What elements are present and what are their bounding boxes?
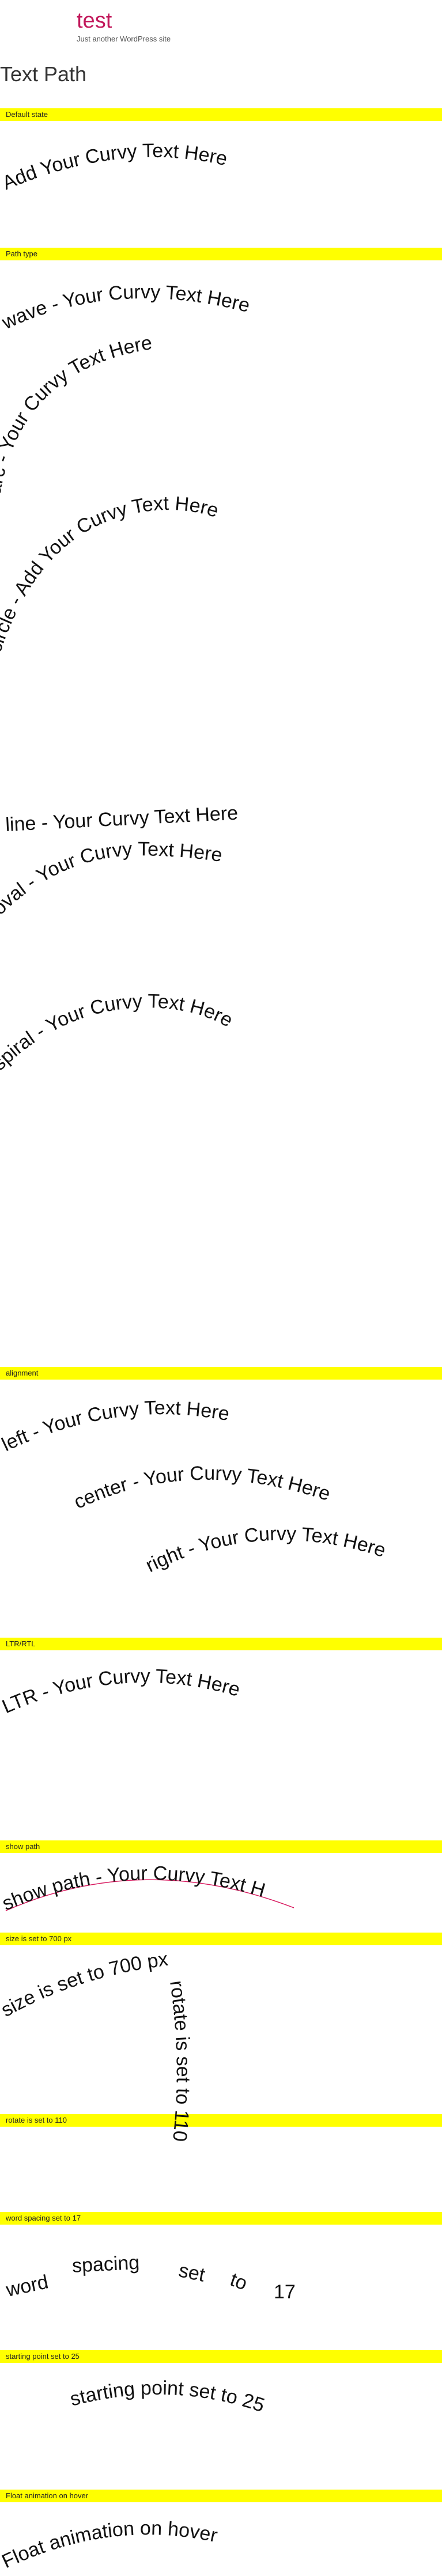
section-label-path-type: Path type	[0, 248, 442, 260]
section-label-float: Float animation on hover	[0, 2490, 442, 2502]
wave-curvy-text: wave - Your Curvy Text Here	[0, 281, 252, 334]
word-spacing-word-5: 17	[274, 2281, 296, 2303]
svg-text:oval - Your Curvy Text Here: oval - Your Curvy Text Here	[0, 838, 224, 919]
curvy-text-align-right: right - Your Curvy Text Here	[142, 1523, 388, 1577]
curvy-text-word-spacing: word spacing set to 17	[3, 2252, 296, 2303]
arc-curvy-text: arc - Your Curvy Text Here	[0, 332, 154, 496]
page-title: Text Path	[0, 62, 87, 86]
svg-text:right - Your Curvy Text Here: right - Your Curvy Text Here	[142, 1523, 388, 1577]
svg-text:circle - Add Your Curvy Text H: circle - Add Your Curvy Text Here	[0, 493, 221, 656]
curvy-text-rtl: RTL- הנה טקסט מימין לשמאל	[0, 1691, 7, 1713]
word-spacing-word-4: to	[227, 2268, 250, 2294]
svg-text:rotate is set to 110: rotate is set to 110	[165, 1979, 194, 2143]
float-curvy-text[interactable]: Float animation on hover	[0, 2517, 220, 2573]
svg-text:Float animation on hover: Float animation on hover	[0, 2517, 220, 2573]
site-header: test Just another WordPress site	[77, 9, 171, 43]
curvy-text-arc: arc - Your Curvy Text Here	[0, 332, 154, 496]
section-label-word-spacing: word spacing set to 17	[0, 2212, 442, 2225]
rotate-curvy-text: rotate is set to 110	[165, 1979, 194, 2143]
svg-text:Add Your Curvy Text Here: Add Your Curvy Text Here	[0, 140, 229, 195]
curvy-text-line: line - Your Curvy Text Here	[5, 802, 238, 836]
curvy-text-float[interactable]: Float animation on hover	[0, 2502, 442, 2576]
svg-text:line - Your Curvy Text Here: line - Your Curvy Text Here	[5, 802, 238, 836]
curvy-text-show-path: show path - Your Curvy Text H	[0, 1862, 294, 1915]
section-label-show-path: show path	[0, 1840, 442, 1853]
align-right-curvy-text: right - Your Curvy Text Here	[142, 1523, 388, 1577]
section-label-default: Default state	[0, 108, 442, 121]
circle-curvy-text: circle - Add Your Curvy Text Here	[0, 493, 221, 656]
starting-point-curvy-text: starting point set to 25	[68, 2377, 267, 2416]
curvy-text-spiral: spiral - Your Curvy Text Here	[0, 990, 236, 1075]
word-spacing-word-3: set	[177, 2259, 207, 2286]
svg-text:spiral - Your Curvy Text Here: spiral - Your Curvy Text Here	[0, 990, 236, 1075]
curvy-text-default: Add Your Curvy Text Here	[0, 140, 229, 195]
svg-text:wave - Your Curvy Text Here: wave - Your Curvy Text Here	[0, 281, 252, 334]
word-spacing-word-2: spacing	[71, 2252, 140, 2277]
svg-text:show path - Your Curvy Text H: show path - Your Curvy Text H	[0, 1862, 268, 1915]
word-spacing-word-1: word	[3, 2271, 50, 2301]
site-tagline: Just another WordPress site	[77, 35, 171, 43]
site-title[interactable]: test	[77, 9, 171, 32]
svg-text:arc - Your Curvy Text Here: arc - Your Curvy Text Here	[0, 332, 154, 496]
spiral-curvy-text: spiral - Your Curvy Text Here	[0, 990, 236, 1075]
section-label-starting-point: starting point set to 25	[0, 2350, 442, 2363]
section-label-size: size is set to 700 px	[0, 1933, 442, 1945]
curvy-text-circle: circle - Add Your Curvy Text Here	[0, 493, 221, 656]
section-label-alignment: alignment	[0, 1367, 442, 1380]
svg-text:starting point set to 25: starting point set to 25	[68, 2377, 267, 2416]
oval-curvy-text: oval - Your Curvy Text Here	[0, 838, 224, 919]
section-label-ltr-rtl: LTR/RTL	[0, 1638, 442, 1650]
curvy-text-rotate: rotate is set to 110	[165, 1979, 194, 2143]
show-path-curvy-text: show path - Your Curvy Text H	[0, 1862, 268, 1915]
line-curvy-text: line - Your Curvy Text Here	[5, 802, 238, 836]
curvy-text-oval: oval - Your Curvy Text Here	[0, 838, 224, 919]
default-curvy-text: Add Your Curvy Text Here	[0, 140, 229, 195]
curvy-text-starting-point: starting point set to 25	[68, 2377, 267, 2416]
